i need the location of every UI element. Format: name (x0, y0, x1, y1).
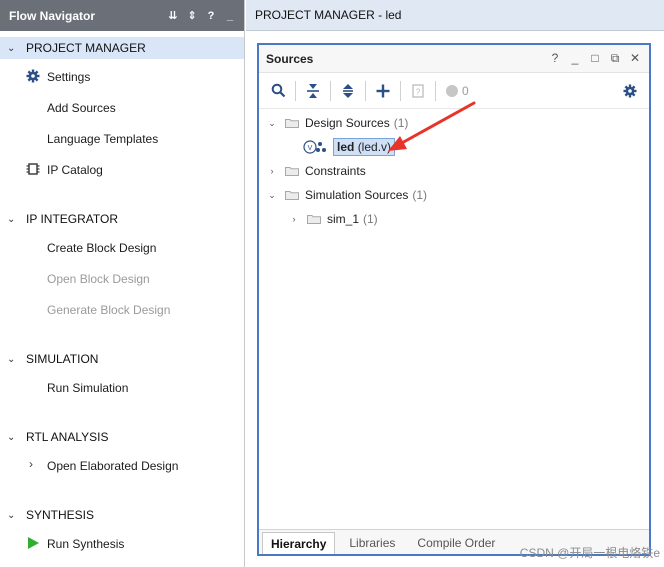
flow-navigator: Flow Navigator ⇊ ⇕ ? _ ⌄ PROJECT MANAGER… (0, 0, 245, 567)
folder-icon (285, 167, 299, 176)
sources-panel: Sources ? _ □ ⧉ ✕ ? 0 ⌄ Design Sources (… (257, 43, 651, 556)
search-icon[interactable] (267, 80, 289, 102)
section-ip-integrator[interactable]: ⌄ IP INTEGRATOR (0, 208, 244, 230)
tab-hierarchy[interactable]: Hierarchy (262, 532, 336, 554)
nav-ip-catalog[interactable]: IP Catalog (0, 154, 244, 185)
close-icon[interactable]: ✕ (629, 51, 641, 66)
led-selected-label[interactable]: led (led.v) (333, 138, 396, 156)
help-icon[interactable]: ? (205, 10, 217, 22)
page-title: PROJECT MANAGER - led (255, 8, 402, 22)
watermark: CSDN @开局一根电烙铁e (519, 546, 660, 560)
project-manager-header: PROJECT MANAGER - led (246, 0, 664, 31)
ip-chip-icon (26, 163, 40, 175)
gear-icon (26, 69, 40, 83)
minimize-icon[interactable]: _ (569, 51, 581, 66)
tree-sim-1[interactable]: › sim_1 (1) (289, 208, 378, 230)
nav-add-sources[interactable]: Add Sources (0, 92, 244, 123)
chevron-right-icon[interactable]: › (289, 214, 299, 224)
svg-text:?: ? (416, 87, 421, 96)
nav-open-elaborated-design[interactable]: › Open Elaborated Design (0, 450, 244, 481)
sources-title: Sources (266, 51, 314, 66)
tab-compile-order[interactable]: Compile Order (409, 532, 503, 554)
chevron-down-icon[interactable]: ⌄ (7, 43, 19, 54)
tree-led-module[interactable]: V led (led.v) (303, 136, 396, 158)
chevron-down-icon[interactable]: ⌄ (267, 118, 277, 129)
section-simulation[interactable]: ⌄ SIMULATION (0, 348, 244, 370)
status-count: 0 (462, 83, 469, 98)
maximize-icon[interactable]: □ (589, 51, 601, 66)
nav-run-synthesis[interactable]: Run Synthesis (0, 528, 244, 559)
nav-create-block-design[interactable]: Create Block Design (0, 232, 244, 263)
tab-libraries[interactable]: Libraries (341, 532, 403, 554)
collapse-all-icon[interactable]: ⇊ (167, 9, 179, 22)
expand-collapse-icon[interactable]: ⇕ (186, 9, 198, 22)
section-synthesis[interactable]: ⌄ SYNTHESIS (0, 504, 244, 526)
help-icon[interactable]: ? (549, 51, 561, 66)
nav-generate-block-design: Generate Block Design (47, 302, 171, 317)
tree-design-sources[interactable]: ⌄ Design Sources (1) (267, 112, 408, 134)
tree-simulation-sources[interactable]: ⌄ Simulation Sources (1) (267, 184, 427, 206)
play-icon (28, 537, 39, 549)
folder-icon (307, 215, 321, 224)
nav-language-templates[interactable]: Language Templates (0, 123, 244, 154)
float-icon[interactable]: ⧉ (609, 51, 621, 66)
nav-open-block-design: Open Block Design (47, 271, 150, 286)
sources-toolbar: ? 0 (259, 73, 649, 109)
chevron-down-icon[interactable]: ⌄ (7, 354, 19, 365)
chevron-down-icon[interactable]: ⌄ (7, 214, 19, 225)
minimize-icon[interactable]: _ (224, 10, 236, 22)
verilog-module-icon: V (303, 140, 326, 154)
unknown-file-icon: ? (407, 80, 429, 102)
chevron-down-icon[interactable]: ⌄ (7, 432, 19, 443)
add-icon[interactable] (372, 80, 394, 102)
nav-settings[interactable]: Settings (0, 61, 244, 92)
section-project-manager[interactable]: ⌄ PROJECT MANAGER (0, 37, 244, 59)
sources-tree: ⌄ Design Sources (1) V led (led.v) › Con… (259, 109, 649, 514)
collapse-all-icon[interactable] (302, 80, 324, 102)
expand-all-icon[interactable] (337, 80, 359, 102)
chevron-right-icon[interactable]: › (267, 166, 277, 176)
tree-constraints[interactable]: › Constraints (267, 160, 366, 182)
chevron-right-icon[interactable]: › (29, 457, 43, 471)
status-dot-icon (446, 84, 458, 97)
nav-run-simulation[interactable]: Run Simulation (0, 372, 244, 403)
gear-icon[interactable] (619, 80, 641, 102)
chevron-down-icon[interactable]: ⌄ (7, 510, 19, 521)
chevron-down-icon[interactable]: ⌄ (267, 190, 277, 201)
flow-navigator-title-bar: Flow Navigator ⇊ ⇕ ? _ (0, 0, 244, 31)
svg-text:V: V (308, 145, 313, 152)
section-rtl-analysis[interactable]: ⌄ RTL ANALYSIS (0, 426, 244, 448)
folder-icon (285, 119, 299, 128)
sources-panel-header: Sources ? _ □ ⧉ ✕ (259, 45, 649, 73)
folder-icon (285, 191, 299, 200)
flow-navigator-title: Flow Navigator (9, 8, 96, 23)
